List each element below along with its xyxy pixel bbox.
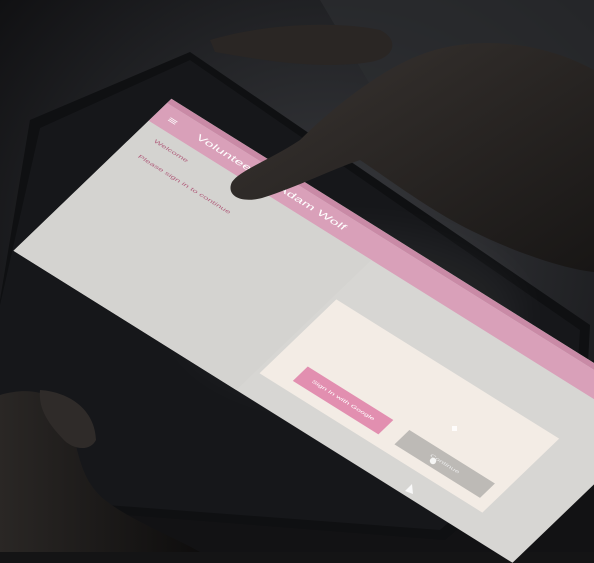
recents-icon <box>452 426 457 431</box>
back-icon <box>405 484 413 494</box>
photo-foreground <box>0 24 594 552</box>
right-hand <box>230 43 594 272</box>
left-hand <box>0 391 200 552</box>
home-icon <box>429 457 437 465</box>
nav-buttons <box>405 426 457 494</box>
